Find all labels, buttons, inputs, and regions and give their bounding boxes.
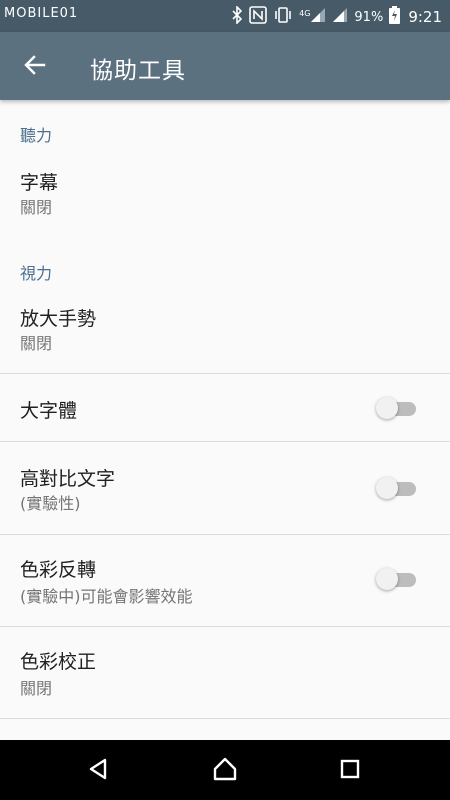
section-header-vision: 視力	[20, 264, 53, 283]
recents-icon	[339, 758, 361, 784]
captions-status: 關閉	[20, 198, 53, 217]
captions-title: 字幕	[20, 172, 59, 194]
magnification-status: 關閉	[20, 334, 53, 353]
clock: 9:21	[408, 8, 442, 26]
signal-icon	[310, 7, 326, 27]
vibrate-icon	[273, 6, 293, 28]
status-bar: MOBILE01 4G 91% 9:21	[0, 0, 450, 32]
toggle-thumb	[376, 397, 398, 419]
divider	[0, 718, 450, 719]
magnification-gestures-setting[interactable]: 放大手勢 關閉	[0, 296, 450, 372]
large-text-toggle[interactable]	[376, 397, 416, 419]
magnification-title: 放大手勢	[20, 308, 97, 330]
nav-home-button[interactable]	[208, 754, 242, 788]
color-correction-setting[interactable]: 色彩校正 關閉	[0, 627, 450, 717]
high-contrast-text-setting[interactable]: 高對比文字 (實驗性)	[0, 442, 450, 534]
battery-percent: 91%	[354, 9, 384, 25]
page-title: 協助工具	[90, 58, 186, 84]
bluetooth-icon	[231, 5, 243, 28]
toggle-thumb	[376, 477, 398, 499]
back-button[interactable]	[18, 50, 52, 84]
settings-list: 聽力 字幕 關閉 視力 放大手勢 關閉 大字體 高對比文字 (實驗性) 色彩反轉…	[0, 100, 450, 740]
high-contrast-subtitle: (實驗性)	[20, 494, 81, 513]
captions-setting[interactable]: 字幕 關閉	[0, 158, 450, 228]
navigation-bar	[0, 740, 450, 800]
nav-back-button[interactable]	[82, 754, 116, 788]
status-icons: 4G 91% 9:21	[231, 5, 442, 28]
color-correction-title: 色彩校正	[20, 651, 97, 673]
high-contrast-toggle[interactable]	[376, 477, 416, 499]
watermark: MOBILE01	[4, 6, 79, 21]
nfc-icon	[249, 6, 267, 28]
home-icon	[212, 757, 238, 785]
color-correction-status: 關閉	[20, 679, 53, 698]
back-triangle-icon	[87, 757, 111, 785]
color-inversion-toggle[interactable]	[376, 568, 416, 590]
nav-recents-button[interactable]	[333, 754, 367, 788]
battery-charging-icon	[389, 6, 401, 28]
color-inversion-subtitle: (實驗中)可能會影響效能	[20, 587, 193, 606]
high-contrast-title: 高對比文字	[20, 468, 116, 490]
large-text-setting[interactable]: 大字體	[0, 374, 450, 440]
signal-icon	[332, 7, 348, 27]
section-header-hearing: 聽力	[20, 126, 53, 145]
arrow-back-icon	[24, 54, 46, 80]
color-inversion-title: 色彩反轉	[20, 559, 97, 581]
network-type: 4G	[299, 8, 311, 18]
large-text-title: 大字體	[20, 400, 78, 422]
toggle-thumb	[376, 568, 398, 590]
app-bar: 協助工具	[0, 32, 450, 100]
color-inversion-setting[interactable]: 色彩反轉 (實驗中)可能會影響效能	[0, 535, 450, 625]
